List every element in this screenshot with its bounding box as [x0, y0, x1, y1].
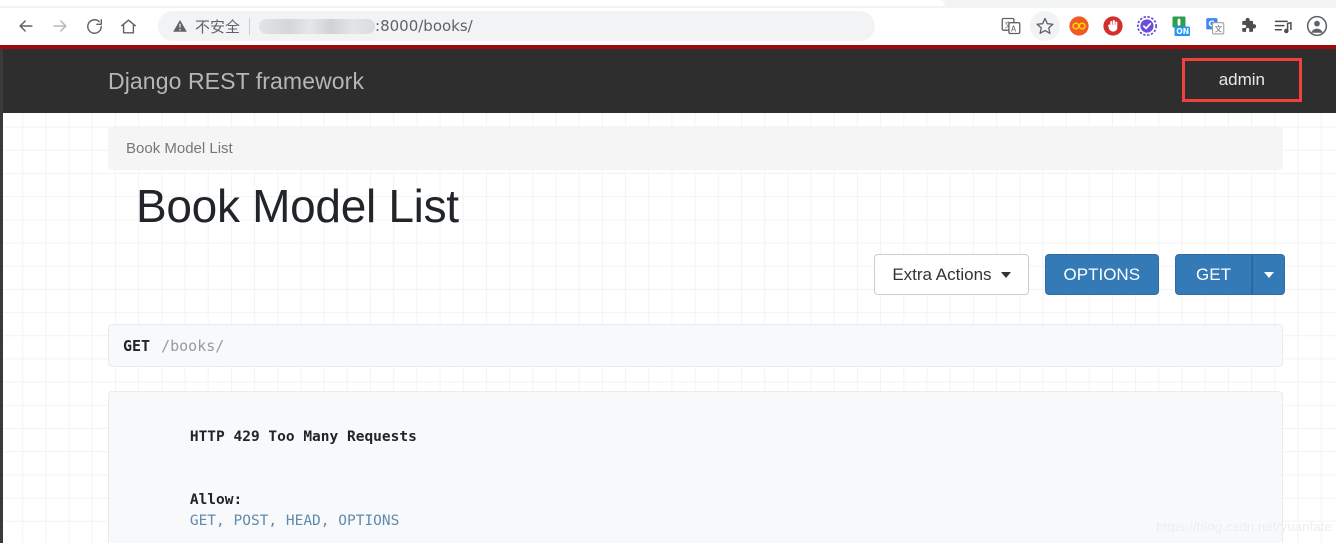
url-text: :8000/books/	[375, 17, 473, 35]
omnibox-divider	[249, 17, 251, 35]
svg-text:ON: ON	[1176, 27, 1189, 36]
browser-extension-icons: 文 A ON G 文	[994, 8, 1336, 44]
response-status-text: HTTP 429 Too Many Requests	[189, 429, 417, 445]
navbar-user-admin[interactable]: admin	[1219, 70, 1265, 90]
reload-button[interactable]	[77, 9, 111, 43]
home-button[interactable]	[111, 9, 145, 43]
get-button-group: GET	[1175, 254, 1285, 295]
translate-icon[interactable]: 文 A	[996, 11, 1026, 41]
shield-check-icon[interactable]	[1132, 11, 1162, 41]
admin-user-annotation: admin	[1181, 58, 1302, 102]
response-header-row: Allow: GET, POST, HEAD, OPTIONS	[120, 469, 1282, 543]
request-path: /books/	[161, 336, 225, 355]
reload-icon	[85, 17, 104, 36]
page-content: Book Model List Book Model List Extra Ac…	[0, 113, 1336, 543]
response-panel: HTTP 429 Too Many Requests Allow: GET, P…	[108, 391, 1283, 543]
browser-chrome: 不安全 :8000/books/ 文 A ON G 文	[0, 0, 1336, 46]
svg-text:文: 文	[1215, 24, 1223, 34]
get-button[interactable]: GET	[1175, 254, 1252, 295]
arrow-right-icon	[50, 16, 70, 36]
chevron-down-icon	[1263, 271, 1274, 278]
page-title: Book Model List	[136, 180, 459, 232]
bookmark-star-icon[interactable]	[1030, 11, 1060, 41]
breadcrumb: Book Model List	[108, 126, 1283, 170]
browser-toolbar: 不安全 :8000/books/ 文 A ON G 文	[0, 8, 1336, 44]
svg-text:A: A	[1011, 24, 1017, 33]
action-button-row: Extra Actions OPTIONS GET	[874, 254, 1285, 295]
forward-button[interactable]	[43, 9, 77, 43]
on-toggle-badge-icon[interactable]: ON	[1166, 11, 1196, 41]
arrow-left-icon	[16, 16, 36, 36]
window-left-edge	[0, 49, 3, 543]
infinity-extension-icon[interactable]	[1064, 11, 1094, 41]
profile-avatar-icon[interactable]	[1302, 11, 1332, 41]
tab-strip	[0, 0, 1336, 8]
request-info-bar: GET /books/	[108, 324, 1283, 367]
site-brand[interactable]: Django REST framework	[108, 68, 364, 95]
page-viewport: Django REST framework admin Book Model L…	[0, 49, 1336, 543]
warning-triangle-icon	[172, 18, 188, 34]
url-redacted-host	[259, 18, 376, 34]
get-dropdown-toggle[interactable]	[1252, 254, 1285, 295]
options-button[interactable]: OPTIONS	[1044, 254, 1160, 295]
address-bar[interactable]: 不安全 :8000/books/	[158, 11, 875, 41]
puzzle-extensions-icon[interactable]	[1234, 11, 1264, 41]
extra-actions-button[interactable]: Extra Actions	[874, 254, 1029, 295]
request-method: GET	[123, 336, 151, 355]
breadcrumb-item-book-model-list[interactable]: Book Model List	[126, 140, 233, 157]
back-button[interactable]	[9, 9, 43, 43]
home-icon	[119, 17, 138, 36]
playlist-icon[interactable]	[1268, 11, 1298, 41]
google-translate-icon[interactable]: G 文	[1200, 11, 1230, 41]
chevron-down-icon	[1000, 271, 1011, 278]
response-status-line: HTTP 429 Too Many Requests	[120, 406, 1282, 469]
header-name: Allow:	[189, 492, 243, 508]
adblock-stop-hand-icon[interactable]	[1098, 11, 1128, 41]
security-status-label: 不安全	[195, 17, 241, 36]
watermark: https://blog.csdn.net/yuanfate	[1156, 519, 1332, 534]
header-value: GET, POST, HEAD, OPTIONS	[189, 513, 400, 529]
site-navbar: Django REST framework admin	[0, 49, 1336, 113]
extra-actions-label: Extra Actions	[892, 264, 992, 284]
